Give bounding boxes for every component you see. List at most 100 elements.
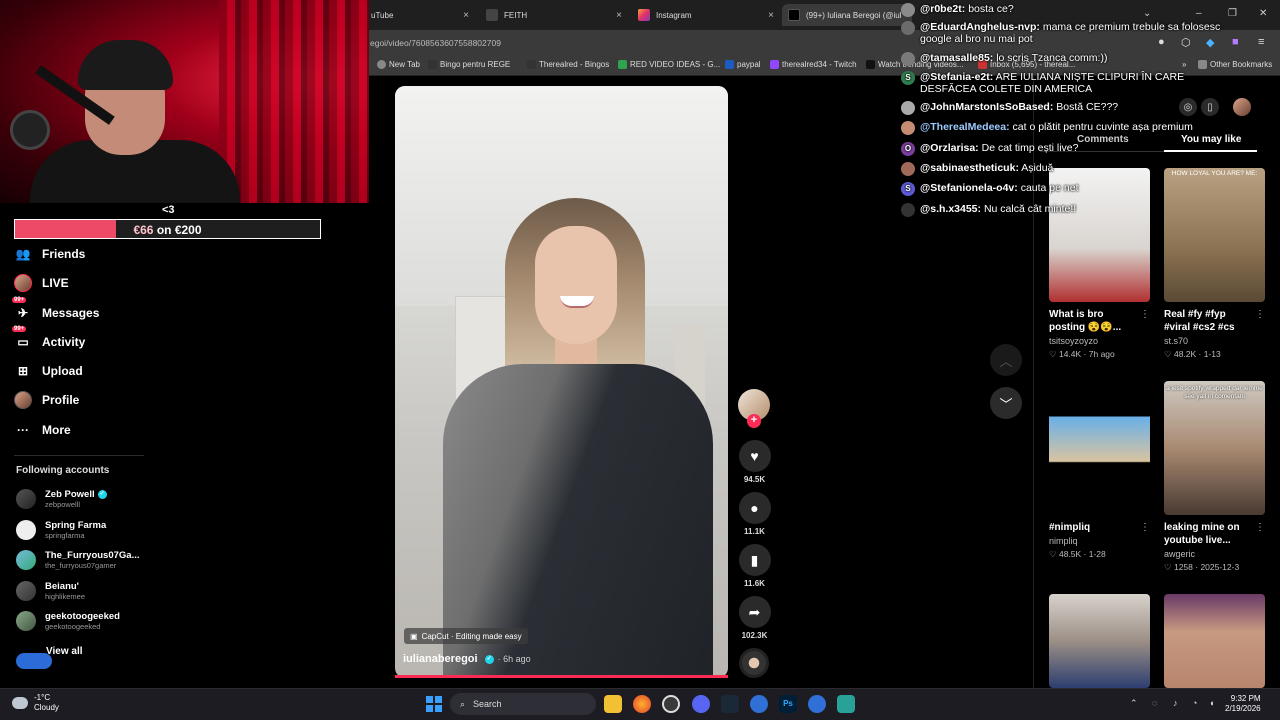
video-author[interactable]: iulianaberegoi ✓ · 6h ago	[403, 653, 531, 665]
webcam-curtain	[219, 0, 369, 203]
close-icon[interactable]: ×	[616, 10, 630, 21]
share-count: 102.3K	[741, 631, 768, 640]
weather-widget[interactable]: -1°C Cloudy	[12, 693, 59, 713]
chat-username: @Orzlarisa:	[920, 142, 979, 154]
avatar	[16, 520, 36, 540]
close-icon[interactable]: ×	[463, 10, 477, 21]
discord-icon[interactable]	[692, 695, 710, 713]
sidebar-item-activity[interactable]: ▭ 99+ Activity	[12, 326, 85, 353]
following-account[interactable]: Zeb Powell ✓ zebpowelll	[16, 486, 107, 512]
share-icon: ➦	[738, 596, 771, 628]
chat-message: @tamasalle85: lo scris Tzanca comm:))	[901, 52, 1107, 66]
previous-video-button[interactable]: ︿	[990, 344, 1022, 376]
like-button[interactable]: ♥ 94.5K	[738, 440, 771, 484]
bookmark-icon	[428, 60, 437, 69]
capcut-icon: ▣	[410, 631, 418, 641]
following-account[interactable]: The_Furryous07Ga... the_furryous07gamer	[16, 547, 140, 573]
maximize-icon[interactable]: ❐	[1228, 8, 1237, 19]
more-options-icon[interactable]: ⋮	[1140, 309, 1150, 320]
close-icon[interactable]: ×	[768, 10, 782, 21]
recommended-video-card[interactable]: a iesit spotify wrapped dar lemme see ya…	[1164, 381, 1265, 573]
sidebar-item-upload[interactable]: ⊞ Upload	[14, 360, 83, 382]
video-title: leaking mine on youtube live...	[1164, 522, 1240, 546]
bookmark[interactable]: RED VIDEO IDEAS - G...	[618, 60, 720, 69]
bookmark[interactable]: Therealred - Bingos	[527, 60, 609, 69]
account-name: The_Furryous07Ga...	[45, 550, 140, 561]
windows-start-icon[interactable]	[426, 696, 442, 712]
next-video-button[interactable]: ﹀	[990, 387, 1022, 419]
video-progress-bar[interactable]	[395, 675, 728, 678]
following-account[interactable]: Beianu' highlikemee	[16, 578, 85, 604]
notepad-icon[interactable]	[837, 695, 855, 713]
following-account[interactable]: Spring Farma springfarma	[16, 517, 106, 543]
share-button[interactable]: ➦ 102.3K	[738, 596, 771, 640]
menu-icon[interactable]: ≡	[1258, 36, 1264, 48]
chat-message: O @Orzlarisa: De cat timp ești live?	[901, 142, 1078, 156]
chevron-down-icon[interactable]: ⌄	[1143, 8, 1151, 19]
profile-avatar[interactable]	[1233, 98, 1251, 116]
app-icon[interactable]	[808, 695, 826, 713]
recommended-video-card[interactable]	[1049, 594, 1150, 688]
more-options-icon[interactable]: ⋮	[1140, 522, 1150, 533]
sidebar-item-friends[interactable]: 👥 Friends	[14, 243, 86, 265]
video-stats: ♡ 1258 · 2025-12-3	[1164, 562, 1240, 572]
more-options-icon[interactable]: ⋮	[1255, 522, 1265, 533]
video-thumbnail: HOW LOYAL YOU ARE? ME:	[1164, 168, 1265, 302]
phone-icon[interactable]: ▯	[1201, 98, 1219, 116]
clock[interactable]: 9:32 PM 2/19/2026	[1225, 694, 1261, 714]
tiktok-icon	[788, 9, 800, 21]
tab-you-may-like[interactable]: You may like	[1181, 134, 1241, 145]
photoshop-icon[interactable]: Ps	[779, 695, 797, 713]
wifi-icon[interactable]: ◔	[1192, 698, 1197, 708]
bookmark[interactable]: therealred34 - Twitch	[770, 60, 857, 69]
view-all-link[interactable]: View all	[46, 646, 83, 657]
tab-tiktok-active[interactable]: (99+) Iuliana Beregoi (@iuliana	[782, 4, 912, 26]
sidebar-item-messages[interactable]: ✈ 99+ Messages	[12, 297, 99, 324]
sidebar-item-more[interactable]: ··· More	[14, 419, 71, 441]
activity-icon: ▭ 99+	[12, 326, 29, 349]
sidebar-item-live[interactable]: LIVE	[14, 272, 69, 294]
bookmark[interactable]: New Tab	[377, 60, 420, 69]
follow-plus-icon[interactable]: +	[747, 414, 761, 428]
network-icon[interactable]: ◌	[1152, 698, 1157, 708]
url-field[interactable]: egoi/video/7608563607558802709	[370, 38, 501, 48]
bookmark[interactable]: Bingo pentru REGE	[428, 60, 510, 69]
chrome-icon[interactable]	[662, 695, 680, 713]
file-explorer-icon[interactable]	[604, 695, 622, 713]
other-bookmarks[interactable]: Other Bookmarks	[1198, 60, 1272, 69]
bookmark[interactable]: paypal	[725, 60, 761, 69]
following-account[interactable]: geekotoogeeked geekotoogeeked	[16, 608, 120, 634]
video-player[interactable]	[395, 86, 728, 678]
globe-icon	[377, 60, 386, 69]
tab-feith[interactable]: FEITH ×	[480, 4, 630, 26]
sidebar-item-profile[interactable]: Profile	[14, 389, 79, 411]
sound-disc[interactable]	[739, 648, 769, 678]
close-window-icon[interactable]: ✕	[1259, 8, 1267, 19]
minimize-icon[interactable]: –	[1196, 8, 1202, 19]
save-button[interactable]: ▮ 11.6K	[738, 544, 771, 588]
microphone-icon[interactable]: ♪	[1173, 698, 1178, 708]
recommended-video-card[interactable]: ⋮ #nimpliq nimpliq ♡ 48.5K · 1-28	[1049, 381, 1150, 560]
recommended-video-card[interactable]: HOW LOYAL YOU ARE? ME: ⋮ Real #fy #fyp #…	[1164, 168, 1265, 360]
more-bookmarks[interactable]: »	[1182, 60, 1186, 69]
recommended-video-card[interactable]: ⋮ What is bro posting 😵😵... tsitsoyzoyzo…	[1049, 168, 1150, 360]
capcut-label[interactable]: ▣ CapCut · Editing made easy	[404, 628, 528, 644]
settings-icon[interactable]: ◎	[1179, 98, 1197, 116]
more-options-icon[interactable]: ⋮	[1255, 309, 1265, 320]
taskbar-search[interactable]: ⌕ Search	[450, 693, 596, 715]
tab-instagram[interactable]: Instagram ×	[632, 4, 782, 26]
tab-youtube[interactable]: uTube ×	[365, 4, 477, 26]
chat-message: S @Stefania-e2t: ARE IULIANA NIȘTE CLIPU…	[901, 71, 1241, 95]
chat-username: @Stefanionela-o4v:	[920, 182, 1018, 194]
search-placeholder: Search	[473, 699, 502, 709]
comment-button[interactable]: ● 11.1K	[738, 492, 771, 536]
recommended-video-card[interactable]	[1164, 594, 1265, 688]
tab-comments[interactable]: Comments	[1077, 134, 1129, 145]
chevron-up-icon[interactable]: ⌃	[1130, 698, 1138, 709]
app-icon[interactable]	[750, 695, 768, 713]
steam-icon[interactable]	[721, 695, 739, 713]
firefox-icon[interactable]	[633, 695, 651, 713]
volume-icon[interactable]: ◖	[1209, 698, 1214, 708]
chat-avatar: S	[901, 182, 915, 196]
bookmark-label: Bingo pentru REGE	[440, 60, 511, 69]
